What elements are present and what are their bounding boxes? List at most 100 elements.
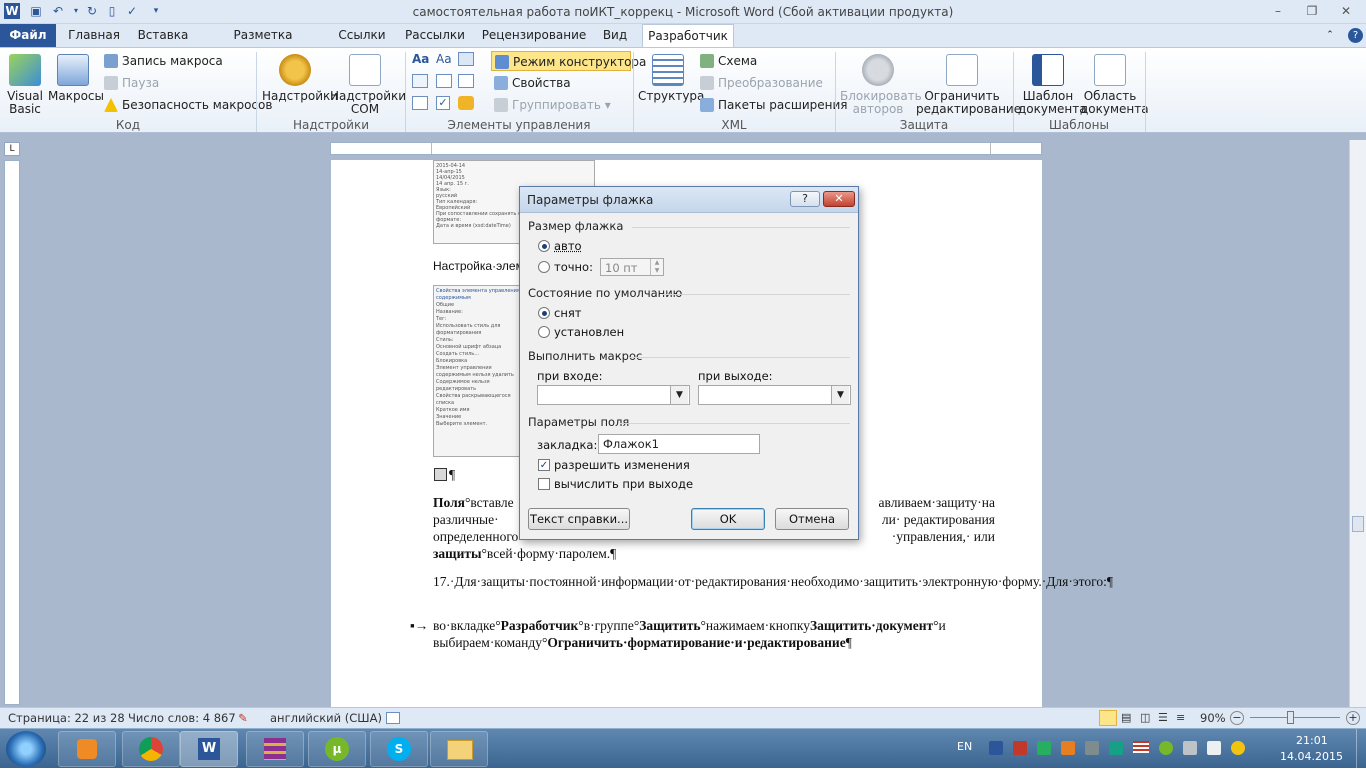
help-text-button[interactable]: Текст справки... xyxy=(528,508,630,530)
tab-mailings[interactable]: Рассылки xyxy=(400,24,470,47)
horizontal-ruler[interactable] xyxy=(330,142,1042,155)
proofing-icon[interactable]: ✎ xyxy=(238,711,248,725)
restrict-editing-button[interactable]: Ограничить редактирование xyxy=(916,54,1021,116)
allow-changes-checkbox[interactable]: ✓ xyxy=(538,459,550,471)
close-icon[interactable]: ✕ xyxy=(1332,3,1360,19)
draft-view-icon[interactable]: ≡ xyxy=(1176,711,1185,724)
taskbar-chrome[interactable] xyxy=(122,731,180,767)
language-indicator[interactable]: английский (США) xyxy=(270,711,382,725)
macro-security-button[interactable]: Безопасность макросов xyxy=(104,95,272,115)
rich-text-control-icon[interactable]: Aa xyxy=(412,52,430,70)
size-auto-radio[interactable] xyxy=(538,240,550,252)
tab-file[interactable]: Файл xyxy=(0,24,56,47)
transform-button[interactable]: Преобразование xyxy=(700,73,823,93)
building-block-control-icon[interactable] xyxy=(412,74,428,88)
vertical-scrollbar[interactable] xyxy=(1349,140,1366,707)
dialog-help-button[interactable]: ? xyxy=(790,191,820,207)
print-layout-icon[interactable] xyxy=(1099,710,1117,726)
start-button[interactable] xyxy=(6,731,46,767)
taskbar-skype[interactable]: S xyxy=(370,731,428,767)
expansion-packs-button[interactable]: Пакеты расширения xyxy=(700,95,848,115)
structure-button[interactable]: Структура xyxy=(638,54,704,103)
macro-record-icon[interactable] xyxy=(386,712,400,724)
taskbar-word[interactable]: W xyxy=(180,731,238,767)
zoom-out-icon[interactable]: − xyxy=(1230,711,1244,725)
dialog-title-bar[interactable]: Параметры флажка ? ✕ xyxy=(520,187,858,213)
zoom-slider[interactable] xyxy=(1250,717,1340,718)
taskbar-explorer[interactable] xyxy=(430,731,488,767)
tab-review[interactable]: Рецензирование xyxy=(478,24,590,47)
plain-text-control-icon[interactable]: Aa xyxy=(436,52,454,70)
size-exact-radio[interactable] xyxy=(538,261,550,273)
calc-on-exit-checkbox[interactable] xyxy=(538,478,550,490)
tray-notification-icon[interactable] xyxy=(1231,741,1245,755)
tray-battery-icon[interactable] xyxy=(1085,741,1099,755)
taskbar-utorrent[interactable]: µ xyxy=(308,731,366,767)
zoom-level[interactable]: 90% xyxy=(1200,711,1226,725)
macros-button[interactable]: Макросы xyxy=(48,54,104,103)
dialog-close-icon[interactable]: ✕ xyxy=(823,191,855,207)
tray-orange-icon[interactable] xyxy=(1061,741,1075,755)
design-mode-button[interactable]: Режим конструктора xyxy=(491,51,646,71)
taskbar-winrar[interactable] xyxy=(246,731,304,767)
record-macro-button[interactable]: Запись макроса xyxy=(104,51,223,71)
zoom-in-icon[interactable]: + xyxy=(1346,711,1360,725)
date-picker-control-icon[interactable] xyxy=(412,96,428,110)
page-count[interactable]: Страница: 22 из 28 xyxy=(8,711,125,725)
tray-signal-icon[interactable] xyxy=(1183,741,1197,755)
clock-time[interactable]: 21:01 xyxy=(1296,734,1328,747)
tab-insert[interactable]: Вставка xyxy=(132,24,194,47)
tab-page-layout[interactable]: Разметка страницы xyxy=(202,24,324,65)
document-template-button[interactable]: Шаблон документа xyxy=(1018,54,1087,116)
tray-network-icon[interactable] xyxy=(1109,741,1123,755)
tab-selector-icon[interactable]: L xyxy=(4,142,20,156)
tab-home[interactable]: Главная xyxy=(62,24,126,47)
vertical-ruler[interactable] xyxy=(4,160,20,705)
minimize-icon[interactable]: – xyxy=(1264,3,1292,19)
tray-app-icon[interactable] xyxy=(989,741,1003,755)
tab-view[interactable]: Вид xyxy=(598,24,632,47)
com-addins-button[interactable]: Надстройки COM xyxy=(330,54,406,116)
form-checkbox-field[interactable] xyxy=(434,468,447,481)
picture-control-icon[interactable] xyxy=(458,52,474,66)
properties-button[interactable]: Свойства xyxy=(494,73,571,93)
help-icon[interactable]: ? xyxy=(1348,28,1363,43)
combo-box-control-icon[interactable] xyxy=(436,74,452,88)
on-exit-select[interactable]: ▼ xyxy=(698,385,851,405)
addins-button[interactable]: Надстройки xyxy=(262,54,338,103)
block-authors-button[interactable]: Блокировать авторов xyxy=(840,54,922,116)
on-entry-select[interactable]: ▼ xyxy=(537,385,690,405)
show-desktop-button[interactable] xyxy=(1356,729,1366,769)
pause-button[interactable]: Пауза xyxy=(104,73,159,93)
document-panel-button[interactable]: Область документа xyxy=(1080,54,1149,116)
tray-flag-icon[interactable] xyxy=(1133,741,1149,753)
language-tray[interactable]: EN xyxy=(957,740,972,753)
group-button[interactable]: Группировать ▾ xyxy=(494,95,611,115)
restore-icon[interactable]: ❐ xyxy=(1298,3,1326,19)
dropdown-control-icon[interactable] xyxy=(458,74,474,88)
default-unchecked-radio[interactable] xyxy=(538,307,550,319)
tray-utorrent-icon[interactable] xyxy=(1159,741,1173,755)
tray-speaker-icon[interactable] xyxy=(1207,741,1221,755)
checkbox-control-icon[interactable]: ✓ xyxy=(436,96,450,110)
schema-button[interactable]: Схема xyxy=(700,51,757,71)
visual-basic-button[interactable]: Visual Basic xyxy=(4,54,46,116)
word-count[interactable]: Число слов: 4 867 xyxy=(128,711,236,725)
tab-references[interactable]: Ссылки xyxy=(332,24,392,47)
tray-green-icon[interactable] xyxy=(1037,741,1051,755)
tray-pdf-icon[interactable] xyxy=(1013,741,1027,755)
zoom-slider-thumb[interactable] xyxy=(1287,711,1294,724)
tab-developer[interactable]: Разработчик xyxy=(642,24,734,48)
collapse-ribbon-icon[interactable]: ⌃ xyxy=(1322,24,1338,47)
full-screen-reading-icon[interactable]: ▤ xyxy=(1121,711,1131,724)
web-layout-icon[interactable]: ◫ xyxy=(1140,711,1150,724)
cancel-button[interactable]: Отмена xyxy=(775,508,849,530)
ok-button[interactable]: OK xyxy=(691,508,765,530)
clock-date[interactable]: 14.04.2015 xyxy=(1280,750,1343,763)
outline-view-icon[interactable]: ☰ xyxy=(1158,711,1168,724)
size-spinner-icon[interactable]: ▲ ▼ xyxy=(650,259,663,275)
bookmark-input[interactable]: Флажок1 xyxy=(598,434,760,454)
scrollbar-thumb[interactable] xyxy=(1352,516,1364,532)
taskbar-media-player[interactable] xyxy=(58,731,116,767)
default-checked-radio[interactable] xyxy=(538,326,550,338)
